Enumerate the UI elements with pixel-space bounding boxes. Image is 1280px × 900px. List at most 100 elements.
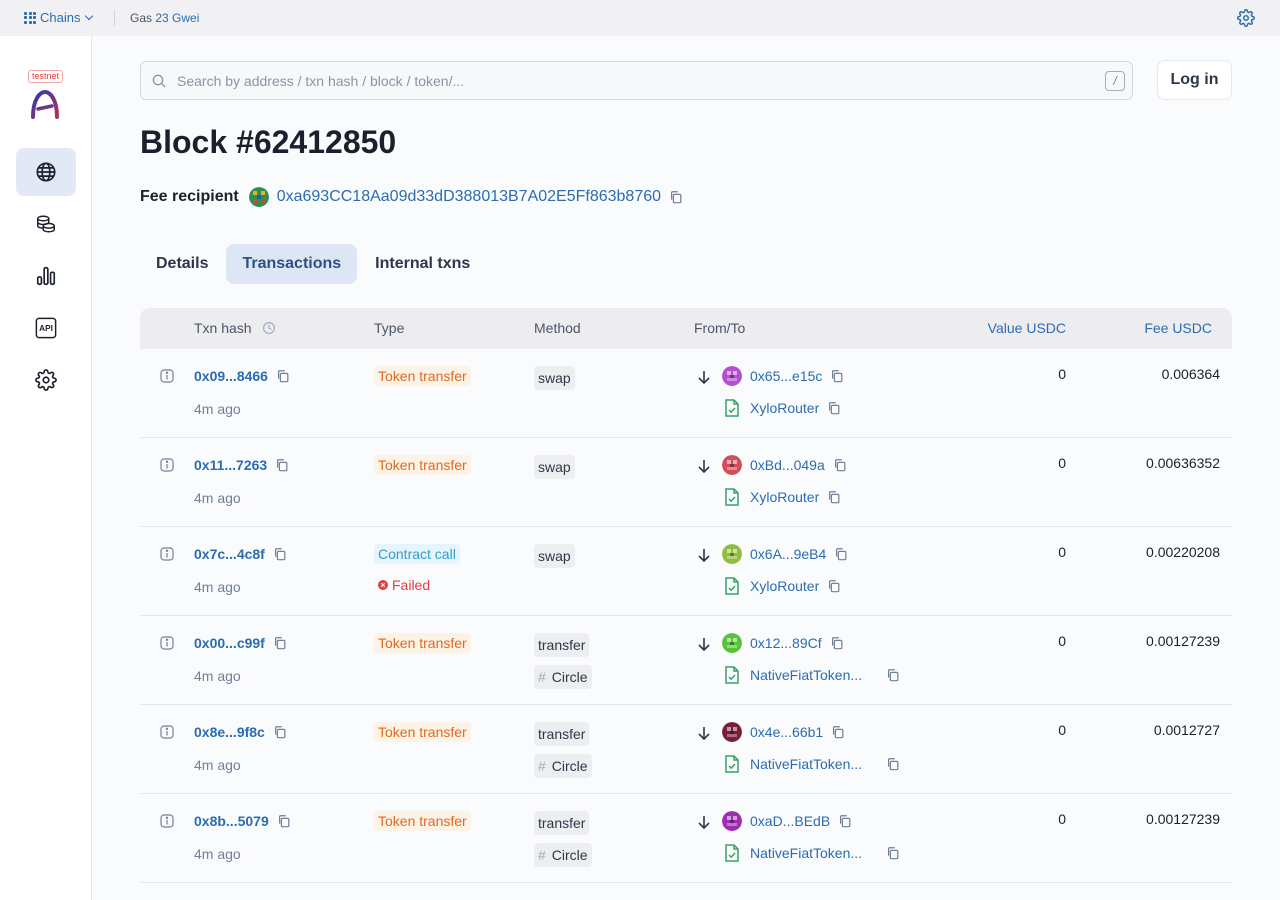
info-icon[interactable]: [160, 725, 174, 739]
copy-icon[interactable]: [275, 458, 289, 472]
txn-hash-link[interactable]: 0x8b...5079: [194, 813, 269, 829]
tab-details[interactable]: Details: [140, 244, 224, 284]
from-address-link[interactable]: 0xBd...049a: [750, 457, 825, 473]
header-fee[interactable]: Fee USDC: [1144, 320, 1212, 336]
sidebar: testnet API: [0, 36, 92, 900]
log-in-button[interactable]: Log in: [1157, 60, 1232, 100]
copy-icon[interactable]: [827, 490, 841, 504]
info-icon[interactable]: [160, 458, 174, 472]
txn-hash: 0x00...c99f: [194, 635, 287, 651]
table-row: 0x11...7263 4m ago Token transfer swap 0…: [140, 438, 1232, 527]
from-address-link[interactable]: 0xaD...BEdB: [750, 813, 830, 829]
to-address-link[interactable]: XyloRouter: [750, 489, 819, 505]
to-address-link[interactable]: NativeFiatToken...: [750, 845, 874, 861]
nav-charts[interactable]: [16, 252, 76, 300]
header-type: Type: [374, 320, 405, 336]
search-bar[interactable]: /: [140, 61, 1133, 100]
copy-icon[interactable]: [827, 579, 841, 593]
table-row: 0x8e...9f8c 4m ago Token transfer transf…: [140, 705, 1232, 794]
copy-icon[interactable]: [827, 401, 841, 415]
nav-settings[interactable]: [16, 356, 76, 404]
txn-hash-link[interactable]: 0x09...8466: [194, 368, 268, 384]
txn-value: 0: [1058, 455, 1066, 471]
from-address-link[interactable]: 0x12...89Cf: [750, 635, 822, 651]
txn-fee: 0.00220208: [1146, 544, 1220, 560]
txn-type: Token transfer: [374, 722, 471, 742]
to-address-link[interactable]: XyloRouter: [750, 400, 819, 416]
copy-icon[interactable]: [830, 636, 844, 650]
clock-icon[interactable]: [262, 321, 276, 335]
txn-hash-link[interactable]: 0x11...7263: [194, 457, 267, 473]
to-address: NativeFiatToken...: [722, 754, 900, 774]
search-shortcut-key: /: [1105, 71, 1125, 91]
txn-age: 4m ago: [194, 846, 241, 862]
from-address: 0x4e...66b1: [722, 722, 845, 742]
search-input[interactable]: [177, 62, 1077, 99]
to-address: XyloRouter: [722, 487, 841, 507]
to-address-link[interactable]: NativeFiatToken...: [750, 756, 874, 772]
copy-icon[interactable]: [886, 668, 900, 682]
to-address-link[interactable]: NativeFiatToken...: [750, 667, 874, 683]
copy-icon[interactable]: [273, 725, 287, 739]
copy-icon[interactable]: [277, 814, 291, 828]
copy-icon[interactable]: [276, 369, 290, 383]
method-tag-badge: # Circle: [534, 754, 592, 778]
failed-label: Failed: [392, 577, 431, 593]
info-icon[interactable]: [160, 814, 174, 828]
header-from-to: From/To: [694, 320, 746, 336]
txn-hash-link[interactable]: 0x00...c99f: [194, 635, 265, 651]
copy-icon[interactable]: [273, 636, 287, 650]
contract-icon: [725, 488, 739, 506]
copy-icon[interactable]: [273, 547, 287, 561]
copy-icon[interactable]: [886, 757, 900, 771]
from-address-link[interactable]: 0x6A...9eB4: [750, 546, 826, 562]
txn-method: transfer: [534, 811, 590, 835]
tab-internal-txns[interactable]: Internal txns: [359, 244, 486, 284]
to-address: NativeFiatToken...: [722, 843, 900, 863]
txn-method: swap: [534, 544, 575, 568]
tab-transactions[interactable]: Transactions: [226, 244, 358, 284]
header-value[interactable]: Value USDC: [988, 320, 1066, 336]
nav-tokens[interactable]: [16, 200, 76, 248]
info-icon[interactable]: [160, 636, 174, 650]
contract-icon: [725, 755, 739, 773]
copy-icon[interactable]: [886, 846, 900, 860]
arrow-down-icon: [698, 638, 710, 652]
nav-blockchain[interactable]: [16, 148, 76, 196]
method-badge: transfer: [534, 722, 590, 746]
nav-api[interactable]: API: [16, 304, 76, 352]
arrow-down-icon: [698, 816, 710, 830]
info-icon[interactable]: [160, 369, 174, 383]
txn-type: Token transfer: [374, 633, 471, 653]
header-txn-hash: Txn hash: [194, 320, 276, 336]
txn-age: 4m ago: [194, 668, 241, 684]
copy-icon[interactable]: [831, 725, 845, 739]
method-badge: swap: [534, 366, 575, 390]
from-address-link[interactable]: 0x65...e15c: [750, 368, 822, 384]
search-icon: [152, 74, 166, 88]
copy-icon[interactable]: [833, 458, 847, 472]
table-row: 0x8b...5079 4m ago Token transfer transf…: [140, 794, 1232, 883]
chains-menu-button[interactable]: Chains: [24, 10, 94, 25]
copy-icon[interactable]: [830, 369, 844, 383]
copy-icon[interactable]: [838, 814, 852, 828]
txn-hash-link[interactable]: 0x7c...4c8f: [194, 546, 265, 562]
method-badge: swap: [534, 455, 575, 479]
txn-value: 0: [1058, 722, 1066, 738]
logo-icon[interactable]: [30, 89, 60, 119]
from-address-link[interactable]: 0x4e...66b1: [750, 724, 823, 740]
from-address: 0x12...89Cf: [722, 633, 844, 653]
txn-fee: 0.0012727: [1153, 722, 1220, 738]
api-icon-label: API: [39, 324, 53, 333]
fee-recipient-address-link[interactable]: 0xa693CC18Aa09d33dD388013B7A02E5Ff863b87…: [277, 188, 661, 206]
txn-hash: 0x7c...4c8f: [194, 546, 287, 562]
copy-icon[interactable]: [669, 190, 683, 204]
settings-gear-icon[interactable]: [1237, 9, 1255, 27]
info-icon[interactable]: [160, 547, 174, 561]
to-address-link[interactable]: XyloRouter: [750, 578, 819, 594]
copy-icon[interactable]: [834, 547, 848, 561]
txn-hash-link[interactable]: 0x8e...9f8c: [194, 724, 265, 740]
address-avatar: [722, 811, 742, 831]
method-tag-badge: # Circle: [534, 843, 592, 867]
hash-tag-icon: #: [538, 669, 546, 685]
